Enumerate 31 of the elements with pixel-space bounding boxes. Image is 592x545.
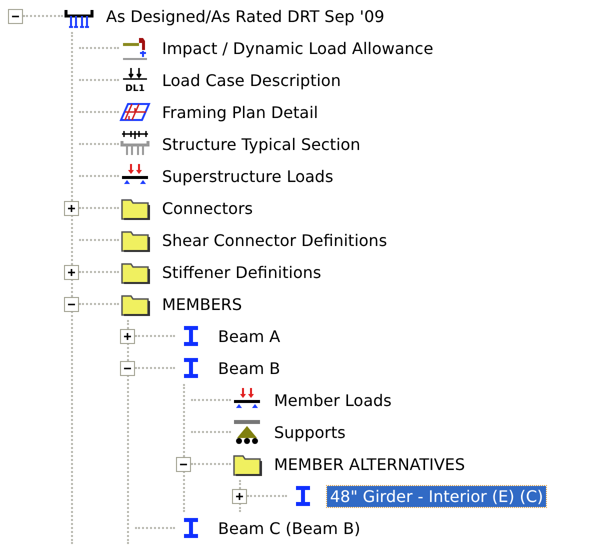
tree-item[interactable]: Superstructure Loads (159, 166, 336, 186)
expand-button[interactable] (232, 488, 247, 504)
tree-item[interactable]: MEMBER ALTERNATIVES (271, 454, 468, 474)
plus-icon (123, 332, 132, 340)
support-icon (231, 418, 263, 446)
plus-icon (67, 204, 76, 212)
tree-item[interactable]: Beam A (215, 326, 284, 346)
tree-item[interactable]: Supports (271, 422, 349, 442)
tree-item[interactable]: Beam B (215, 358, 284, 378)
tree-item[interactable]: Shear Connector Definitions (159, 230, 390, 250)
tree-item[interactable]: MEMBERS (159, 294, 246, 314)
tree-item[interactable]: Beam C (Beam B) (215, 518, 364, 538)
tree-item[interactable]: As Designed/As Rated DRT Sep '09 (103, 6, 388, 26)
tree-item[interactable]: Impact / Dynamic Load Allowance (159, 38, 436, 58)
tree-item[interactable]: Structure Typical Section (159, 134, 364, 154)
tree-item[interactable]: Stiffener Definitions (159, 262, 324, 282)
collapse-button[interactable] (176, 456, 191, 472)
tree-item[interactable]: Load Case Description (159, 70, 344, 90)
collapse-button[interactable] (64, 296, 79, 312)
collapse-button[interactable] (120, 360, 135, 376)
collapse-button[interactable] (8, 8, 23, 24)
expand-button[interactable] (64, 264, 79, 280)
tree-item[interactable]: Connectors (159, 198, 256, 218)
tree-item[interactable]: Framing Plan Detail (159, 102, 322, 122)
expand-button[interactable] (120, 328, 135, 344)
plus-icon (235, 492, 244, 500)
tree-item[interactable]: 48" Girder - Interior (E) (C) (327, 486, 546, 506)
expand-button[interactable] (64, 200, 79, 216)
plus-icon (67, 268, 76, 276)
typical-section-icon (119, 130, 151, 158)
tree-item[interactable]: Member Loads (271, 390, 395, 410)
